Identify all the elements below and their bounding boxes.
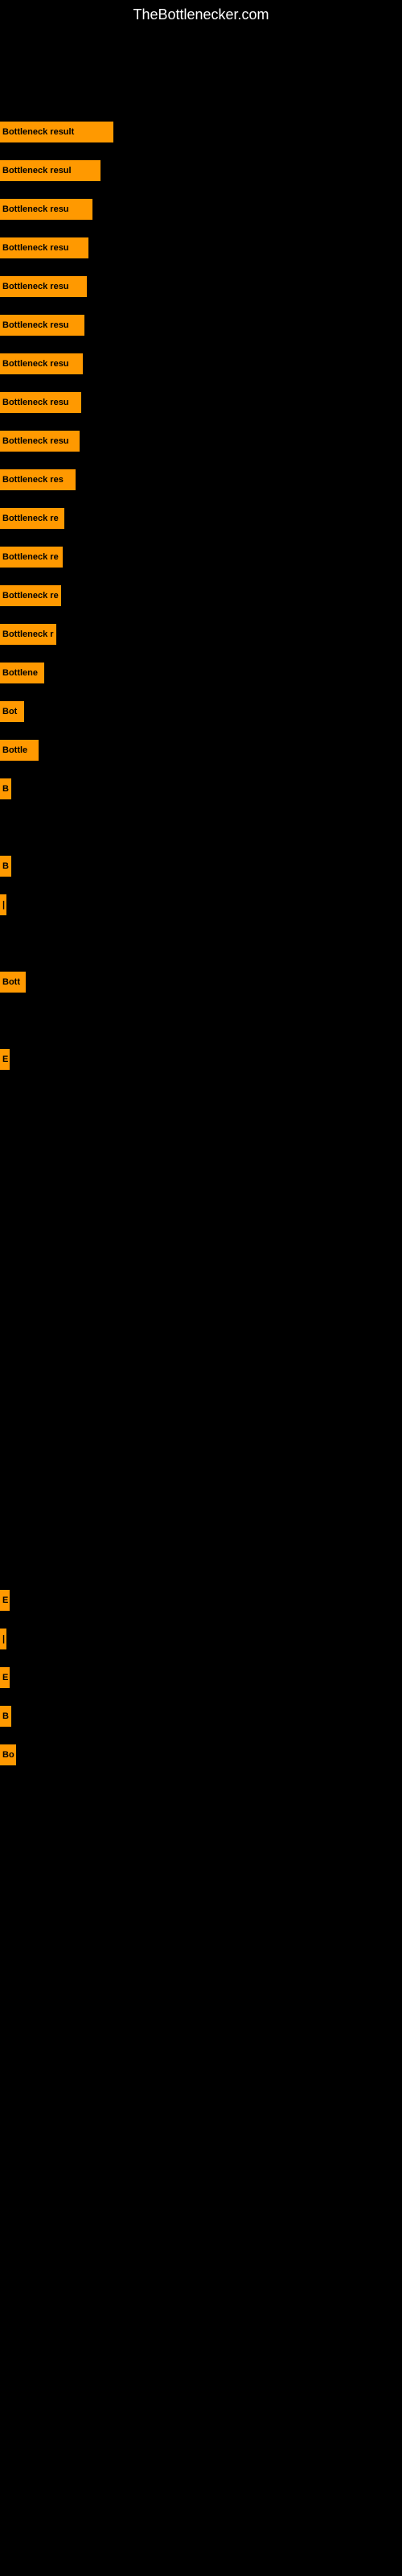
bar-label: B [0, 778, 11, 799]
bar-label: Bottlene [0, 663, 44, 683]
bar-label: Bottleneck resu [0, 392, 81, 413]
bar-label: Bottleneck resu [0, 237, 88, 258]
bar-row: E [0, 1585, 10, 1616]
bar-label: E [0, 1049, 10, 1070]
bar-row: Bottleneck re [0, 542, 63, 572]
bar-row: Bottlene [0, 658, 44, 688]
bar-label: B [0, 856, 11, 877]
bar-label: E [0, 1590, 10, 1611]
bar-row: Bottleneck res [0, 464, 76, 495]
bar-label: | [0, 1629, 6, 1649]
bar-row: | [0, 890, 6, 920]
bar-label: Bottleneck resu [0, 276, 87, 297]
bar-row: Bottleneck result [0, 117, 113, 147]
site-title: TheBottlenecker.com [0, 0, 402, 27]
bar-row: Bottleneck resu [0, 387, 81, 418]
bar-label: | [0, 894, 6, 915]
bar-row: B [0, 774, 11, 804]
bar-row: Bottleneck resu [0, 271, 87, 302]
bar-row: E [0, 1662, 10, 1693]
bar-label: Bot [0, 701, 24, 722]
bar-label: Bottleneck resu [0, 353, 83, 374]
bar-row: Bottleneck resul [0, 155, 100, 186]
bar-row: Bottleneck resu [0, 233, 88, 263]
bar-label: Bottle [0, 740, 39, 761]
bar-label: Bottleneck re [0, 547, 63, 568]
bar-row: Bottleneck resu [0, 426, 80, 456]
bar-row: Bott [0, 967, 26, 997]
bar-row: Bottleneck re [0, 503, 64, 534]
bar-label: E [0, 1667, 10, 1688]
bar-label: Bottleneck resu [0, 199, 92, 220]
bar-row: Bot [0, 696, 24, 727]
bar-label: Bott [0, 972, 26, 993]
bar-row: Bottleneck resu [0, 349, 83, 379]
bar-label: Bottleneck re [0, 508, 64, 529]
bar-row: Bottleneck resu [0, 194, 92, 225]
bar-row: E [0, 1044, 10, 1075]
bar-row: Bottleneck r [0, 619, 56, 650]
bar-label: Bottleneck resu [0, 431, 80, 452]
bar-label: Bottleneck r [0, 624, 56, 645]
bar-label: Bo [0, 1744, 16, 1765]
bar-label: Bottleneck resu [0, 315, 84, 336]
bar-label: Bottleneck resul [0, 160, 100, 181]
bar-label: Bottleneck result [0, 122, 113, 142]
bar-label: Bottleneck re [0, 585, 61, 606]
bar-row: Bottle [0, 735, 39, 766]
bar-row: B [0, 1701, 11, 1732]
bar-row: | [0, 1624, 6, 1654]
bar-row: Bo [0, 1740, 16, 1770]
bar-row: Bottleneck re [0, 580, 61, 611]
bar-label: B [0, 1706, 11, 1727]
bar-row: B [0, 851, 11, 881]
bar-label: Bottleneck res [0, 469, 76, 490]
bar-row: Bottleneck resu [0, 310, 84, 341]
